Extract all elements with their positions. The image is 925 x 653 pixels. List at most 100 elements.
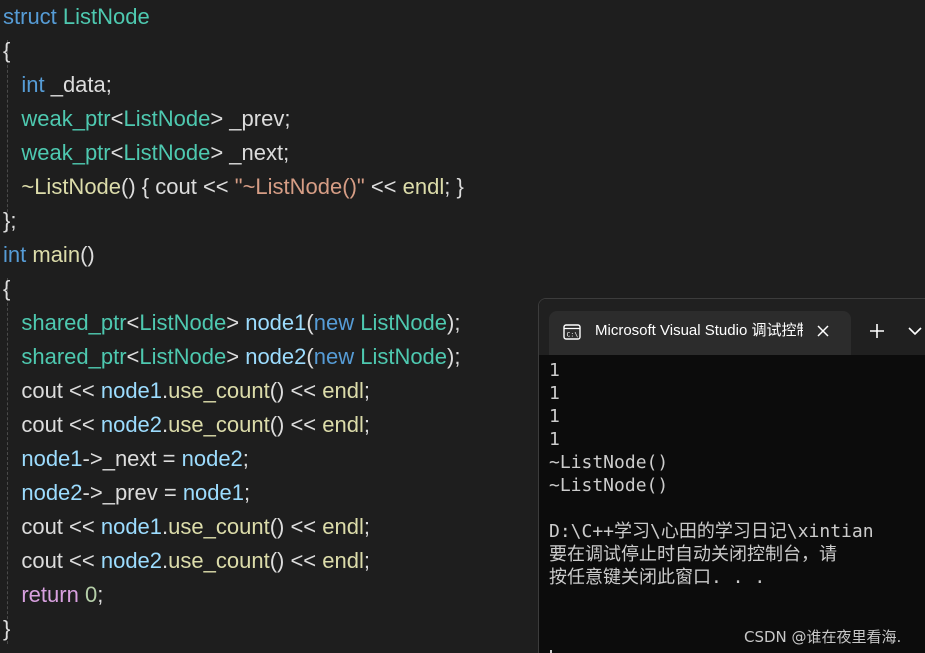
code-token: ->_prev = [82,480,183,505]
code-token: ListNode [62,4,150,29]
svg-text:C:\: C:\ [567,331,579,339]
close-icon[interactable] [813,321,833,341]
code-token: shared_ptr [21,344,127,369]
code-token: int [3,242,27,267]
chevron-down-icon[interactable] [903,319,925,343]
code-token: } [3,616,11,641]
watermark: CSDN @谁在夜里看海. [744,628,902,646]
code-token: cout << [3,378,101,403]
code-token: new [313,310,355,335]
code-line: cout << node2.use_count() << endl; [3,408,370,442]
code-line: cout << node1.use_count() << endl; [3,374,370,408]
code-token: ~ListNode [21,174,122,199]
code-token: endl [322,548,364,573]
code-token: ; } [444,174,464,199]
code-line: return 0; [3,578,103,612]
console-output-line: 1 [549,429,560,450]
code-token: () << [269,378,323,403]
code-token: > [226,344,246,369]
code-token: endl [322,514,364,539]
code-token: ( [306,310,314,335]
code-token: << [364,174,403,199]
code-token: node2 [181,446,243,471]
code-token: use_count [168,412,270,437]
code-token: cout << [3,412,101,437]
console-output-line: 按任意键关闭此窗口. . . [549,567,766,588]
code-token: node1 [182,480,244,505]
code-line: shared_ptr<ListNode> node1(new ListNode)… [3,306,461,340]
code-token: > _prev; [210,106,291,131]
code-token: node1 [100,378,163,403]
code-token: () << [269,412,323,437]
code-token: ; [363,514,370,539]
code-token: ; [363,378,370,403]
terminal-icon: C:\ [563,324,581,340]
code-token: return [21,582,79,607]
code-token: ListNode [139,344,227,369]
code-token: node2 [100,412,163,437]
code-token: 0 [84,582,98,607]
code-line: }; [3,204,16,238]
code-line: struct ListNode [3,0,150,34]
code-token: ; [363,548,370,573]
code-line: int main() [3,238,95,272]
code-token: node2 [21,480,83,505]
code-token: node2 [100,548,163,573]
code-token: ; [97,582,104,607]
code-token: weak_ptr [21,140,111,165]
code-token: weak_ptr [21,106,111,131]
code-line: cout << node2.use_count() << endl; [3,544,370,578]
code-token: int [21,72,45,97]
code-token: < [110,140,124,165]
new-tab-button[interactable] [865,319,889,343]
code-line: weak_ptr<ListNode> _prev; [3,102,290,136]
console-output-line: 1 [549,383,560,404]
code-line: { [3,34,10,68]
code-token: > [226,310,246,335]
code-token: ; [363,412,370,437]
code-token: ); [447,344,461,369]
code-token: ListNode [139,310,227,335]
code-line: shared_ptr<ListNode> node2(new ListNode)… [3,340,461,374]
code-token: > _next; [210,140,290,165]
code-token: { [3,38,11,63]
code-token: _data; [44,72,112,97]
code-token: ); [447,310,461,335]
console-tab-title: Microsoft Visual Studio 调试控制台 [595,322,803,339]
code-token: endl [402,174,445,199]
code-token: () { cout << [121,174,235,199]
code-token: cout << [3,548,101,573]
code-token: < [126,344,140,369]
code-token: use_count [168,514,270,539]
code-token: ListNode [360,344,448,369]
code-token: () << [269,548,323,573]
code-line: cout << node1.use_count() << endl; [3,510,370,544]
code-token: node1 [245,310,307,335]
console-output[interactable]: 1 1 1 1 ~ListNode() ~ListNode() D:\C++学习\心田的学习… [549,359,925,653]
console-output-line: 1 [549,406,560,427]
code-token: ; [244,480,251,505]
debug-console-window[interactable]: C:\ Microsoft Visual Studio 调试控制台 1111~L… [538,298,925,653]
console-output-line: ~ListNode() [549,452,669,473]
screenshot-root: struct ListNode{ int _data; weak_ptr<Lis… [0,0,925,653]
code-token: node1 [100,514,163,539]
code-token: ( [306,344,314,369]
code-line: node2->_prev = node1; [3,476,250,510]
code-token: < [126,310,140,335]
console-tab[interactable]: C:\ Microsoft Visual Studio 调试控制台 [549,311,851,355]
console-output-line: 要在调试停止时自动关闭控制台，请 [549,544,837,565]
console-tab-strip: C:\ Microsoft Visual Studio 调试控制台 [539,299,925,355]
code-token: shared_ptr [21,310,127,335]
code-token: node1 [21,446,83,471]
code-line: { [3,272,10,306]
code-token: cout << [3,514,101,539]
code-line: weak_ptr<ListNode> _next; [3,136,289,170]
code-token: use_count [168,378,270,403]
